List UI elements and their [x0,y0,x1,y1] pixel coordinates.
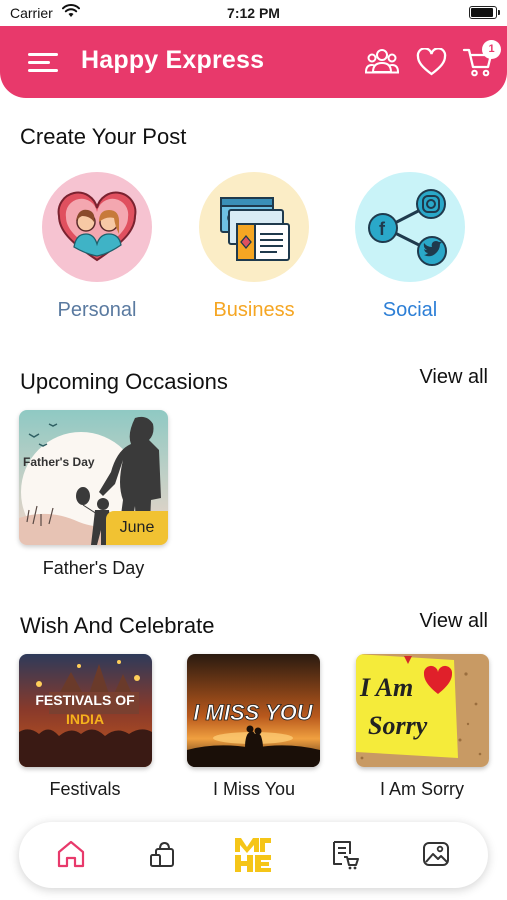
post-type-personal[interactable]: Personal [41,172,153,322]
brand-logo-icon[interactable] [231,832,275,876]
wish-card-festivals[interactable]: FESTIVALS OF INDIA [19,654,152,767]
cart-count-badge: 1 [482,40,501,59]
home-icon[interactable] [54,837,88,871]
festivals-image-text-line2: INDIA [66,711,104,727]
battery-icon [469,6,500,19]
post-type-label: Business [213,299,295,321]
post-type-social[interactable]: f Social [354,172,466,322]
wish-label: I Miss You [212,779,296,799]
occasion-title: Father's Day [42,558,145,578]
sorry-image-text-line2: Sorry [368,711,428,740]
wish-label: Festivals [49,779,121,799]
wish-view-all-link[interactable]: View all [419,610,488,633]
festivals-image: FESTIVALS OF INDIA [19,654,152,767]
social-share-icon: f [355,172,465,282]
gallery-icon[interactable] [419,837,453,871]
upcoming-occasions-title: Upcoming Occasions [20,369,228,394]
occasions-view-all-link[interactable]: View all [419,366,488,389]
status-bar: Carrier 7:12 PM [0,0,507,26]
business-cards-icon [199,172,309,282]
create-post-title: Create Your Post [20,124,187,149]
clock: 7:12 PM [227,5,280,21]
post-type-business[interactable]: Business [198,172,310,322]
app-header: Happy Express 1 [0,26,507,98]
occasion-month-badge: June [106,511,168,545]
menu-icon[interactable] [28,52,58,72]
bag-icon[interactable] [147,837,181,871]
heart-icon[interactable] [416,48,447,76]
group-icon[interactable] [364,46,400,76]
app-title: Happy Express [81,46,265,74]
wish-celebrate-title: Wish And Celebrate [20,613,215,638]
occasion-image-text: Father's Day [23,455,95,469]
sorry-image-text-line1: I Am [359,673,413,702]
couple-heart-icon [42,172,152,282]
i-miss-you-image-text: I MISS YOU [193,700,314,725]
occasion-card-fathers-day[interactable]: Father's Day June [19,410,168,545]
i-am-sorry-image: I Am Sorry [356,654,489,767]
wish-card-i-miss-you[interactable]: I MISS YOU [187,654,320,767]
festivals-image-text-line1: FESTIVALS OF [35,692,135,708]
svg-text:f: f [379,219,386,239]
post-type-label: Social [382,299,438,321]
order-list-icon[interactable] [327,837,361,871]
post-type-label: Personal [57,299,137,321]
bottom-nav-bar [19,822,488,888]
wish-card-i-am-sorry[interactable]: I Am Sorry [356,654,489,767]
i-miss-you-image: I MISS YOU [187,654,320,767]
wish-label: I Am Sorry [379,779,464,799]
